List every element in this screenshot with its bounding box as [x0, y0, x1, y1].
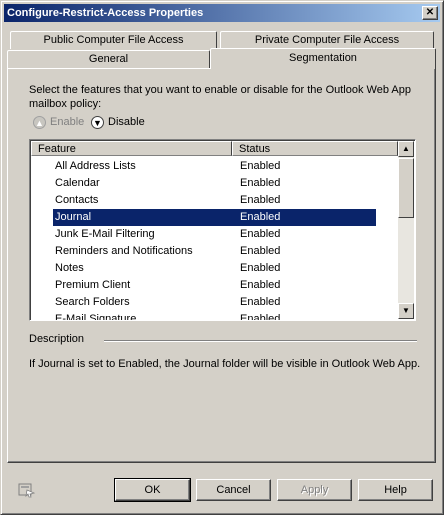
row-status: Enabled [240, 296, 281, 308]
scroll-thumb[interactable] [398, 158, 414, 218]
properties-dialog: Configure-Restrict-Access Properties ✕ P… [0, 0, 444, 515]
row-feature: Contacts [55, 194, 99, 206]
row-status: Enabled [240, 177, 281, 189]
description-heading: Description [29, 333, 85, 345]
description-text: If Journal is set to Enabled, the Journa… [29, 358, 421, 370]
row-feature: Junk E-Mail Filtering [55, 228, 155, 240]
list-row[interactable]: Contacts Enabled [31, 192, 398, 209]
row-feature: Reminders and Notifications [55, 245, 193, 257]
list-body: All Address Lists Enabled Calendar Enabled… [31, 158, 398, 321]
disable-label: Disable [108, 116, 145, 128]
enable-button[interactable]: ▲ Enable [33, 113, 84, 131]
title-bar: Configure-Restrict-Access Properties ✕ [4, 4, 440, 22]
column-header-status[interactable]: Status [232, 141, 398, 156]
disable-button[interactable]: ▼ Disable [91, 113, 145, 131]
description-divider [104, 340, 417, 342]
row-feature: Search Folders [55, 296, 130, 308]
list-row[interactable]: Premium Client Enabled [31, 277, 398, 294]
help-context-icon[interactable] [18, 482, 36, 498]
row-status: Enabled [240, 262, 281, 274]
tab-public-computer-file-access[interactable]: Public Computer File Access [10, 31, 217, 49]
row-feature: All Address Lists [55, 160, 136, 172]
arrow-down-icon: ▼ [402, 306, 410, 315]
list-row[interactable]: Junk E-Mail Filtering Enabled [31, 226, 398, 243]
row-feature: Premium Client [55, 279, 131, 291]
scroll-up-button[interactable]: ▲ [398, 141, 414, 157]
close-button[interactable]: ✕ [422, 6, 438, 20]
arrow-down-icon: ▼ [91, 115, 104, 129]
tab-general[interactable]: General [7, 50, 210, 68]
row-feature: Calendar [55, 177, 100, 189]
scroll-down-button[interactable]: ▼ [398, 303, 414, 319]
feature-list[interactable]: Feature Status All Address Lists Enabled … [29, 139, 416, 321]
window-title: Configure-Restrict-Access Properties [7, 7, 204, 19]
row-status: Enabled [240, 279, 281, 291]
list-row[interactable]: E-Mail Signature Enabled [31, 311, 398, 321]
list-row[interactable]: Search Folders Enabled [31, 294, 398, 311]
arrow-up-icon: ▲ [33, 115, 46, 129]
list-row[interactable]: Reminders and Notifications Enabled [31, 243, 398, 260]
list-row[interactable]: Calendar Enabled [31, 175, 398, 192]
tab-segmentation[interactable]: Segmentation [210, 48, 436, 69]
row-feature: Notes [55, 262, 84, 274]
row-status: Enabled [232, 209, 376, 226]
vertical-scrollbar[interactable]: ▲ ▼ [398, 141, 414, 319]
help-button[interactable]: Help [358, 479, 433, 501]
list-header: Feature Status [31, 141, 398, 156]
list-row[interactable]: Notes Enabled [31, 260, 398, 277]
intro-text: Select the features that you want to ena… [29, 84, 411, 110]
list-row[interactable]: All Address Lists Enabled [31, 158, 398, 175]
row-status: Enabled [240, 194, 281, 206]
column-header-feature[interactable]: Feature [31, 141, 232, 156]
tab-private-computer-file-access[interactable]: Private Computer File Access [220, 31, 434, 49]
row-feature: E-Mail Signature [55, 313, 137, 321]
segmentation-panel: Select the features that you want to ena… [7, 68, 436, 463]
row-feature: Journal [53, 209, 232, 226]
row-status: Enabled [240, 313, 281, 321]
ok-button[interactable]: OK [114, 478, 191, 502]
enable-label: Enable [50, 116, 85, 128]
row-status: Enabled [240, 245, 281, 257]
row-status: Enabled [240, 228, 281, 240]
row-status: Enabled [240, 160, 281, 172]
arrow-up-icon: ▲ [402, 144, 410, 153]
apply-button[interactable]: Apply [277, 479, 352, 501]
list-row-selected[interactable]: Journal Enabled [31, 209, 398, 226]
cancel-button[interactable]: Cancel [196, 479, 271, 501]
